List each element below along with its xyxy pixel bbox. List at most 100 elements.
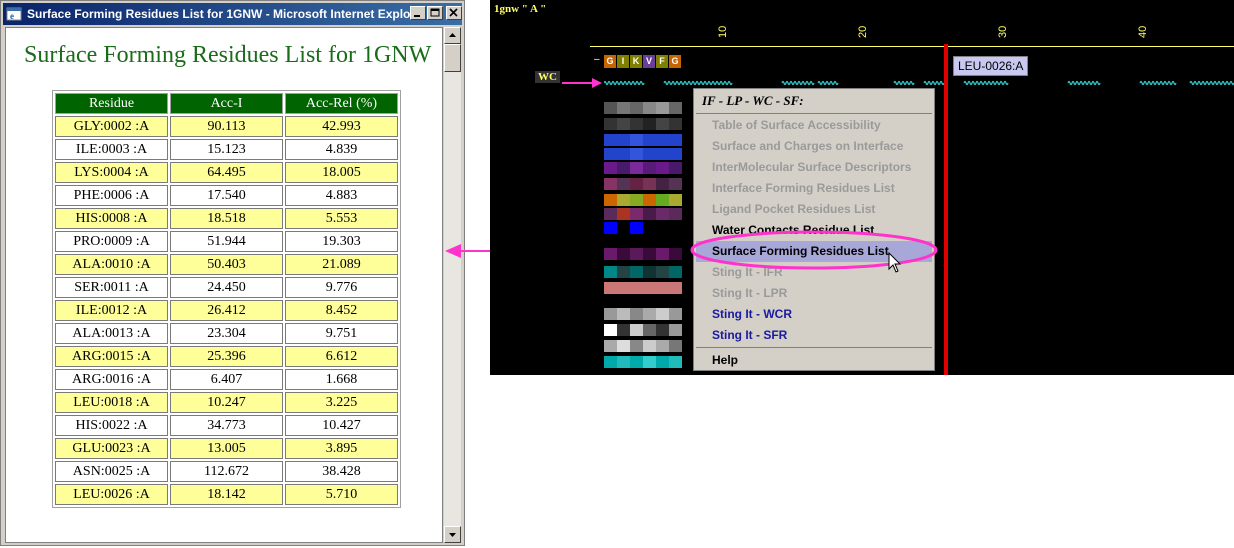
property-cell	[656, 266, 669, 278]
property-cell	[643, 194, 656, 206]
property-cell	[630, 282, 643, 294]
menu-item-sting-it-lpr[interactable]: Sting It - LPR	[696, 283, 932, 304]
property-cell	[669, 308, 682, 320]
property-cell	[604, 282, 617, 294]
cell-acc-i: 23.304	[170, 323, 283, 344]
menu-item-interface-forming-residues-list[interactable]: Interface Forming Residues List	[696, 178, 932, 199]
property-cell	[630, 308, 643, 320]
table-row: LEU:0026 :A 18.142 5.710	[55, 484, 398, 505]
cell-acc-rel: 4.883	[285, 185, 398, 206]
menu-item-surface-and-charges-on-interface[interactable]: Surface and Charges on Interface	[696, 136, 932, 157]
water-contacts-track	[604, 80, 1234, 86]
property-cell	[630, 248, 643, 260]
property-cell	[617, 222, 630, 234]
property-cell	[643, 324, 656, 336]
menu-item-help[interactable]: Help	[696, 350, 932, 371]
water-contact-segment	[663, 80, 689, 86]
scroll-thumb[interactable]	[444, 44, 461, 72]
property-cell	[630, 340, 643, 352]
property-cell	[604, 178, 617, 190]
position-marker[interactable]	[944, 44, 948, 375]
ruler-tick-10: 10	[717, 25, 729, 38]
svg-text:e: e	[10, 11, 14, 21]
sequence-residue[interactable]: G	[604, 55, 616, 68]
property-cell	[643, 356, 656, 368]
cell-residue: ARG:0015 :A	[55, 346, 168, 367]
sequence-residue[interactable]: G	[669, 55, 681, 68]
property-cell	[656, 356, 669, 368]
property-cell	[656, 248, 669, 260]
vertical-scrollbar[interactable]	[444, 27, 461, 543]
property-cell	[669, 148, 682, 160]
property-cell	[656, 340, 669, 352]
table-row: ASN:0025 :A 112.672 38.428	[55, 461, 398, 482]
menu-item-ligand-pocket-residues-list[interactable]: Ligand Pocket Residues List	[696, 199, 932, 220]
cell-acc-rel: 10.427	[285, 415, 398, 436]
residue-table: Residue Acc-I Acc-Rel (%) GLY:0002 :A 90.…	[52, 90, 401, 508]
maximize-button[interactable]	[427, 6, 443, 20]
water-contact-segment	[781, 80, 815, 86]
property-cell	[617, 148, 630, 160]
property-cell	[669, 282, 682, 294]
property-cell	[604, 248, 617, 260]
property-tracks	[604, 102, 682, 368]
cell-acc-rel: 3.895	[285, 438, 398, 459]
cell-acc-i: 6.407	[170, 369, 283, 390]
ruler-tick-40: 40	[1137, 25, 1149, 38]
cell-acc-rel: 9.751	[285, 323, 398, 344]
menu-divider	[696, 113, 932, 114]
property-cell	[643, 266, 656, 278]
table-row: ILE:0012 :A 26.412 8.452	[55, 300, 398, 321]
table-row: HIS:0008 :A 18.518 5.553	[55, 208, 398, 229]
sequence-dash: –	[594, 54, 600, 65]
cell-acc-rel: 1.668	[285, 369, 398, 390]
property-cell	[656, 282, 669, 294]
property-cell	[630, 324, 643, 336]
menu-item-table-of-surface-accessibility[interactable]: Table of Surface Accessibility	[696, 115, 932, 136]
property-cell	[643, 308, 656, 320]
scroll-down-button[interactable]	[444, 526, 461, 543]
sequence-residue[interactable]: F	[656, 55, 668, 68]
table-row: ARG:0015 :A 25.396 6.612	[55, 346, 398, 367]
menu-item-intermolecular-surface-descriptors[interactable]: InterMolecular Surface Descriptors	[696, 157, 932, 178]
property-cell	[604, 266, 617, 278]
cell-residue: ALA:0013 :A	[55, 323, 168, 344]
cell-acc-rel: 38.428	[285, 461, 398, 482]
property-cell	[643, 118, 656, 130]
property-cell	[643, 340, 656, 352]
property-cell	[656, 208, 669, 220]
cell-acc-rel: 6.612	[285, 346, 398, 367]
menu-item-sting-it-sfr[interactable]: Sting It - SFR	[696, 325, 932, 346]
cell-acc-rel: 5.710	[285, 484, 398, 505]
property-cell	[643, 208, 656, 220]
minimize-button[interactable]	[410, 6, 426, 20]
maximize-icon	[430, 8, 440, 17]
property-cell	[617, 308, 630, 320]
menu-item-sting-it-wcr[interactable]: Sting It - WCR	[696, 304, 932, 325]
property-cell	[617, 248, 630, 260]
property-cell	[656, 102, 669, 114]
browser-titlebar[interactable]: e Surface Forming Residues List for 1GNW…	[3, 3, 462, 25]
table-row: SER:0011 :A 24.450 9.776	[55, 277, 398, 298]
table-row: PRO:0009 :A 51.944 19.303	[55, 231, 398, 252]
sequence-strip[interactable]: GIKVFG	[604, 55, 682, 68]
sequence-residue[interactable]: K	[630, 55, 642, 68]
property-cell	[656, 222, 669, 234]
sequence-residue[interactable]: I	[617, 55, 629, 68]
cell-acc-rel: 9.776	[285, 277, 398, 298]
sequence-residue[interactable]: V	[643, 55, 655, 68]
property-cell	[656, 148, 669, 160]
scroll-up-button[interactable]	[444, 27, 461, 44]
property-cell	[630, 118, 643, 130]
sequence-viewer[interactable]: 1gnw " A " 10 20 30 40 – GIKVFG WC LEU-0…	[490, 0, 1234, 375]
property-cell	[617, 266, 630, 278]
cell-residue: GLU:0023 :A	[55, 438, 168, 459]
property-cell	[630, 148, 643, 160]
property-cell	[617, 324, 630, 336]
cell-residue: ILE:0012 :A	[55, 300, 168, 321]
property-cell	[656, 308, 669, 320]
close-button[interactable]	[446, 6, 462, 20]
property-cell	[617, 102, 630, 114]
property-cell	[669, 356, 682, 368]
property-cell	[604, 148, 617, 160]
